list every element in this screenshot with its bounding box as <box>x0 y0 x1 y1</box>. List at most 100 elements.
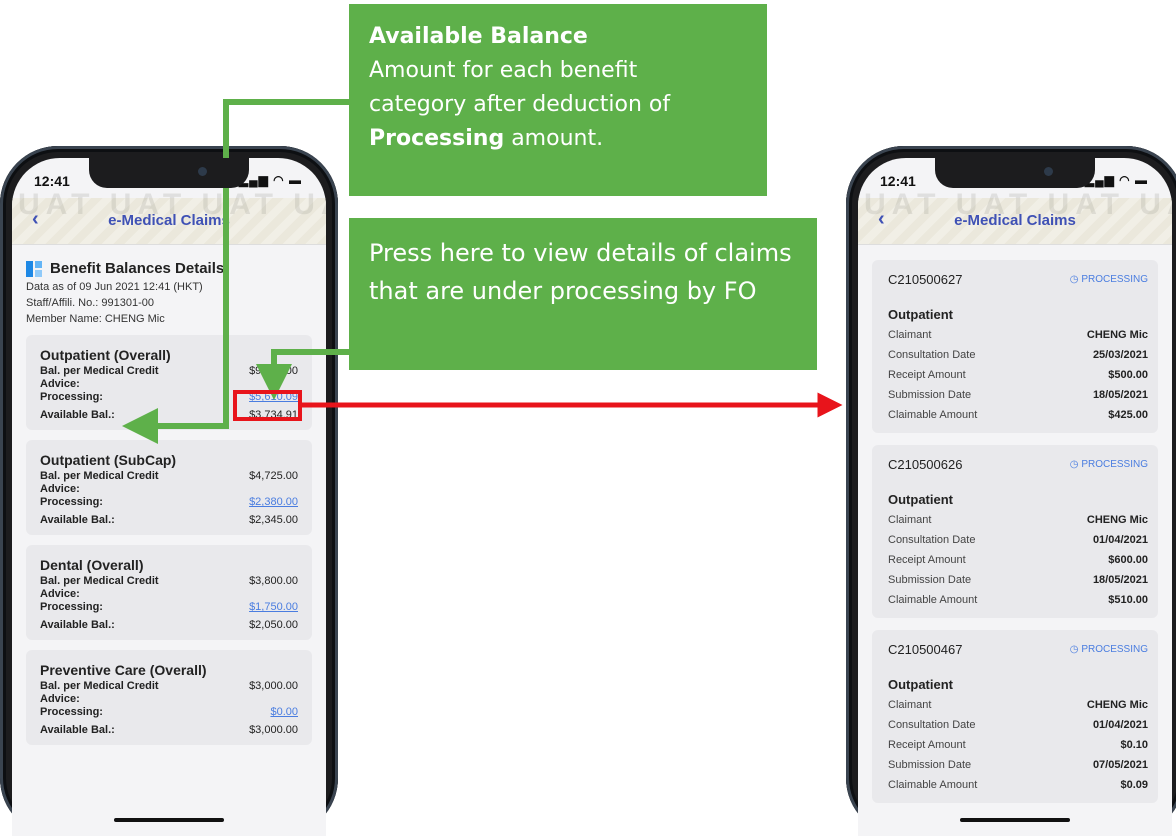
available-value: $3,734.91 <box>249 409 298 421</box>
receipt-value: $500.00 <box>1108 369 1148 381</box>
callout-text: Press here to view details of claims tha… <box>369 239 792 305</box>
advice-label: Advice: <box>40 588 80 600</box>
bal-value: $3,800.00 <box>249 575 298 587</box>
submission-value: 18/05/2021 <box>1092 574 1148 586</box>
claimant-value: CHENG Mic <box>1086 514 1148 526</box>
phone-notch <box>935 158 1095 188</box>
claimable-label: Claimable Amount <box>888 409 978 421</box>
camera-icon <box>1044 167 1053 176</box>
claimable-value: $510.00 <box>1108 594 1148 606</box>
status-text: PROCESSING <box>1081 274 1148 285</box>
signal-wifi-battery-icon: ▂▄▆ ◠ ▬ <box>238 173 302 187</box>
signal-wifi-battery-icon: ▂▄▆ ◠ ▬ <box>1084 173 1148 187</box>
benefit-balances-content: Benefit Balances Details Data as of 09 J… <box>12 244 326 836</box>
member-name: Member Name: CHENG Mic <box>26 313 165 325</box>
page-title: e-Medical Claims <box>954 212 1076 229</box>
claim-id: C210500467 <box>888 642 963 657</box>
available-label: Available Bal.: <box>40 514 115 526</box>
claim-type: Outpatient <box>888 307 953 322</box>
available-label: Available Bal.: <box>40 409 115 421</box>
camera-icon <box>198 167 207 176</box>
claimant-value: CHENG Mic <box>1086 329 1148 341</box>
card-title: Dental (Overall) <box>40 557 144 573</box>
balance-card: Outpatient (Overall) Bal. per Medical Cr… <box>26 335 312 430</box>
processing-label: Processing: <box>40 391 103 403</box>
consultation-value: 01/04/2021 <box>1092 534 1148 546</box>
available-balance-callout: Available Balance Amount for each benefi… <box>349 4 767 196</box>
bal-label: Bal. per Medical Credit <box>40 680 159 692</box>
staff-number: Staff/Affili. No.: 991301-00 <box>26 297 155 309</box>
claimant-value: CHENG Mic <box>1086 699 1148 711</box>
available-label: Available Bal.: <box>40 619 115 631</box>
claim-id: C210500627 <box>888 272 963 287</box>
app-header: UAT UAT UAT UAT ‹ e-Medical Claims <box>12 190 326 245</box>
bal-value: $3,000.00 <box>249 680 298 692</box>
claim-card[interactable]: C210500467 ◷ PROCESSING Outpatient Claim… <box>872 630 1158 803</box>
balance-card: Preventive Care (Overall) Bal. per Medic… <box>26 650 312 745</box>
claim-type: Outpatient <box>888 492 953 507</box>
processing-status-badge: ◷ PROCESSING <box>1070 274 1148 285</box>
processing-link[interactable]: $2,380.00 <box>249 496 298 509</box>
consultation-value: 01/04/2021 <box>1092 719 1148 731</box>
benefit-logo-icon <box>26 260 42 277</box>
processing-label: Processing: <box>40 601 103 613</box>
bal-label: Bal. per Medical Credit <box>40 470 159 482</box>
submission-label: Submission Date <box>888 574 972 586</box>
processing-status-badge: ◷ PROCESSING <box>1070 459 1148 470</box>
claimant-label: Claimant <box>888 514 932 526</box>
consultation-label: Consultation Date <box>888 719 976 731</box>
claimant-label: Claimant <box>888 329 932 341</box>
data-as-of: Data as of 09 Jun 2021 12:41 (HKT) <box>26 281 203 293</box>
submission-label: Submission Date <box>888 389 972 401</box>
status-text: PROCESSING <box>1081 644 1148 655</box>
claim-id: C210500626 <box>888 457 963 472</box>
advice-label: Advice: <box>40 378 80 390</box>
submission-value: 07/05/2021 <box>1092 759 1148 771</box>
processing-link[interactable]: $5,610.09 <box>249 391 298 404</box>
bal-label: Bal. per Medical Credit <box>40 365 159 377</box>
phone-notch <box>89 158 249 188</box>
consultation-label: Consultation Date <box>888 534 976 546</box>
processing-label: Processing: <box>40 496 103 508</box>
status-time: 12:41 <box>34 173 70 189</box>
processing-status-badge: ◷ PROCESSING <box>1070 644 1148 655</box>
press-here-callout: Press here to view details of claims tha… <box>349 218 817 370</box>
receipt-value: $0.10 <box>1120 739 1148 751</box>
submission-value: 18/05/2021 <box>1092 389 1148 401</box>
claims-list: C210500627 ◷ PROCESSING Outpatient Claim… <box>858 244 1172 836</box>
claim-card[interactable]: C210500626 ◷ PROCESSING Outpatient Claim… <box>872 445 1158 618</box>
receipt-value: $600.00 <box>1108 554 1148 566</box>
advice-label: Advice: <box>40 693 80 705</box>
right-phone-frame: 12:41 ▂▄▆ ◠ ▬ UAT UAT UAT UAT ‹ e-Medica… <box>846 146 1176 836</box>
bal-value: $4,725.00 <box>249 470 298 482</box>
claimable-value: $0.09 <box>1120 779 1148 791</box>
app-header: UAT UAT UAT UAT ‹ e-Medical Claims <box>858 190 1172 245</box>
status-time: 12:41 <box>880 173 916 189</box>
card-title: Preventive Care (Overall) <box>40 662 207 678</box>
available-value: $2,345.00 <box>249 514 298 526</box>
advice-label: Advice: <box>40 483 80 495</box>
receipt-label: Receipt Amount <box>888 739 966 751</box>
callout-line: Amount for each benefit <box>369 58 638 83</box>
page-title: e-Medical Claims <box>108 212 230 229</box>
submission-label: Submission Date <box>888 759 972 771</box>
section-title-text: Benefit Balances Details <box>50 260 225 277</box>
processing-link[interactable]: $1,750.00 <box>249 601 298 614</box>
left-phone-frame: 12:41 ▂▄▆ ◠ ▬ UAT UAT UAT UAT ‹ e-Medica… <box>0 146 338 836</box>
balance-card: Dental (Overall) Bal. per Medical Credit… <box>26 545 312 640</box>
processing-label: Processing: <box>40 706 103 718</box>
clock-icon: ◷ <box>1069 274 1082 285</box>
claim-card[interactable]: C210500627 ◷ PROCESSING Outpatient Claim… <box>872 260 1158 433</box>
receipt-label: Receipt Amount <box>888 369 966 381</box>
receipt-label: Receipt Amount <box>888 554 966 566</box>
callout-title: Available Balance <box>369 24 588 49</box>
balance-card: Outpatient (SubCap) Bal. per Medical Cre… <box>26 440 312 535</box>
available-value: $3,000.00 <box>249 724 298 736</box>
callout-bold-word: Processing <box>369 126 505 151</box>
processing-link[interactable]: $0.00 <box>270 706 298 719</box>
claimable-label: Claimable Amount <box>888 594 978 606</box>
callout-tail: amount. <box>504 126 604 151</box>
claim-type: Outpatient <box>888 677 953 692</box>
claimable-value: $425.00 <box>1108 409 1148 421</box>
claimant-label: Claimant <box>888 699 932 711</box>
